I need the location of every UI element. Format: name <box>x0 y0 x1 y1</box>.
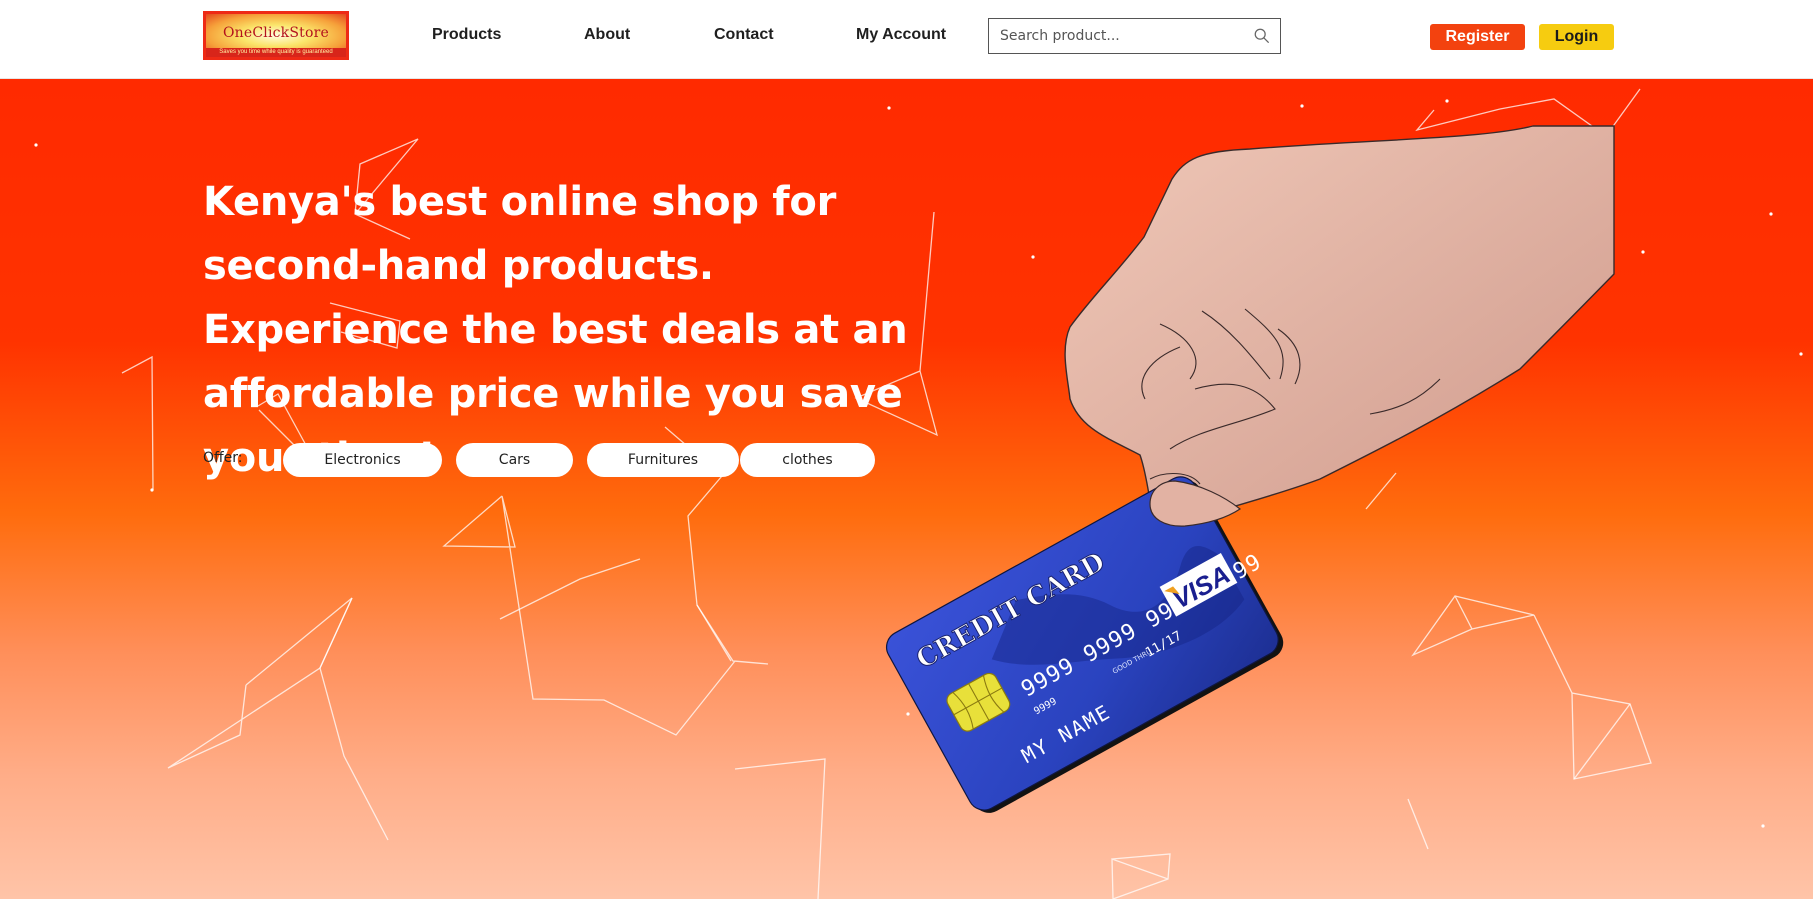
nav-my-account[interactable]: My Account <box>856 26 946 44</box>
logo-tagline: Saves you time while quality is guarante… <box>206 48 346 57</box>
store-logo[interactable]: OneClickStore Saves you time while quali… <box>203 11 349 60</box>
offer-label: Offer: <box>203 450 243 466</box>
site-header: OneClickStore Saves you time while quali… <box>0 0 1813 79</box>
nav-about[interactable]: About <box>584 26 630 44</box>
register-button[interactable]: Register <box>1430 24 1525 50</box>
nav-contact[interactable]: Contact <box>714 26 774 44</box>
search-box <box>988 18 1281 54</box>
hand-holding-credit-card-illustration: CREDIT CARD 9999 9999 9999 9999 9999 GOO… <box>885 125 1615 813</box>
offer-clothes[interactable]: clothes <box>740 443 875 477</box>
credit-card: CREDIT CARD 9999 9999 9999 9999 9999 GOO… <box>885 476 1284 813</box>
offer-electronics[interactable]: Electronics <box>283 443 442 477</box>
search-icon[interactable] <box>1253 27 1271 45</box>
hero-banner: Kenya's best online shop for second-hand… <box>0 79 1813 899</box>
hand-icon <box>1064 125 1615 523</box>
nav-products[interactable]: Products <box>432 26 501 44</box>
offer-furnitures[interactable]: Furnitures <box>587 443 739 477</box>
offer-cars[interactable]: Cars <box>456 443 573 477</box>
hero-headline: Kenya's best online shop for second-hand… <box>203 179 908 481</box>
search-input[interactable] <box>990 20 1250 52</box>
login-button[interactable]: Login <box>1539 24 1614 50</box>
logo-name: OneClickStore <box>223 25 329 41</box>
